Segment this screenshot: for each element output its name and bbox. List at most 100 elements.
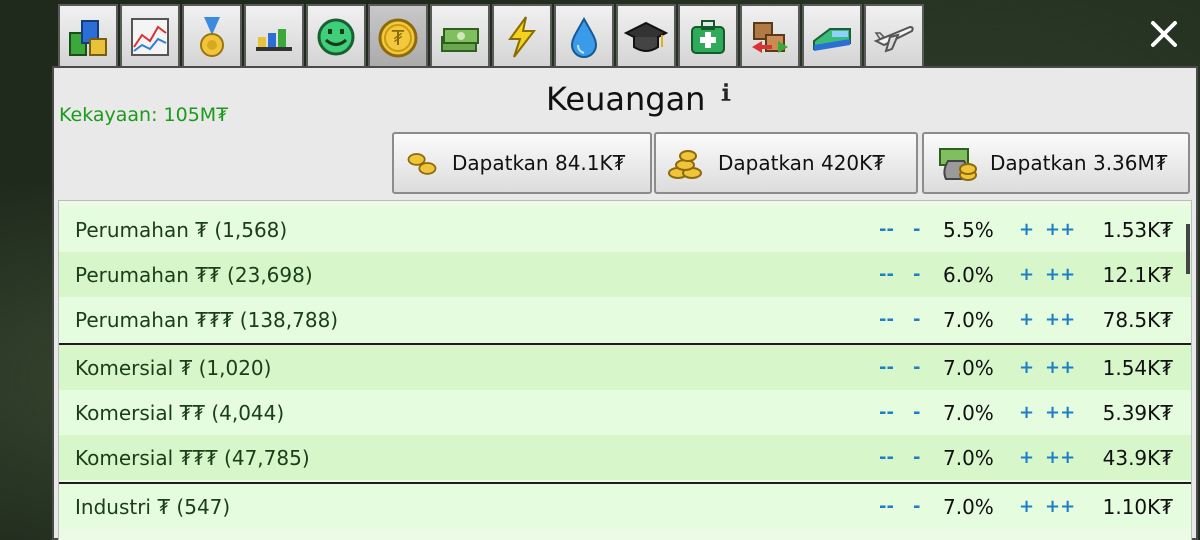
increase-more-button[interactable]: ++ [1045,309,1075,330]
row-name: Perumahan ₮₮ (23,698) [75,262,313,287]
row-name: Komersial ₮ (1,020) [75,355,272,380]
income-value: 5.39K₮ [1102,400,1173,425]
table-row: Perumahan ₮₮ (23,698) -- - 6.0% + ++ 12.… [59,252,1191,297]
tax-rate: 6.0% [943,262,994,287]
decrease-more-button[interactable]: -- [879,357,894,378]
water-drop-icon [570,16,598,58]
income-value: 12.1K₮ [1102,262,1173,287]
money-bag-icon [939,148,977,181]
decrease-button[interactable]: - [913,309,920,330]
decrease-button[interactable]: - [913,496,920,517]
money-stack-icon [441,28,479,52]
train-icon [813,28,851,51]
tax-rate: 7.0% [943,445,994,470]
tab-airport[interactable] [864,4,924,68]
info-icon[interactable] [719,82,733,102]
income-value: 78.5K₮ [1102,307,1173,332]
tab-finance[interactable]: ₮ [368,4,428,70]
increase-more-button[interactable]: ++ [1045,447,1075,468]
tab-medal[interactable] [182,4,242,68]
tax-rate: 7.0% [943,400,994,425]
tab-education[interactable] [616,4,676,68]
decrease-button[interactable]: - [913,447,920,468]
earn-button-large-label: Dapatkan 3.36M₮ [990,151,1168,175]
row-name: Komersial ₮₮₮ (47,785) [75,445,310,470]
buildings-icon [69,20,107,56]
income-value: 1.53K₮ [1102,217,1173,242]
decrease-button[interactable]: - [913,219,920,240]
lightning-icon [508,16,537,58]
increase-button[interactable]: + [1019,219,1034,240]
close-button[interactable] [1140,10,1188,58]
coin-icon: ₮ [378,18,418,58]
tab-health[interactable] [678,4,738,68]
table-row: Perumahan ₮₮₮ (138,788) -- - 7.0% + ++ 7… [59,297,1191,342]
earn-button-small-label: Dapatkan 84.1K₮ [452,151,626,175]
increase-button[interactable]: + [1019,447,1034,468]
decrease-button[interactable]: - [913,264,920,285]
row-name: Industri ₮ (547) [75,494,231,519]
tab-bar-graph[interactable] [244,4,304,68]
tax-table: Perumahan ₮ (1,568) -- - 5.5% + ++ 1.53K… [58,200,1192,540]
finance-panel: Kekayaan: 105M₮ Keuangan Dapatkan 84.1K₮… [52,66,1198,540]
decrease-button[interactable]: - [913,357,920,378]
earn-button-small[interactable]: Dapatkan 84.1K₮ [392,132,652,194]
scrollbar[interactable] [1186,224,1190,274]
title-area: Keuangan [546,80,733,118]
decrease-more-button[interactable]: -- [879,219,894,240]
table-row: Komersial ₮ (1,020) -- - 7.0% + ++ 1.54K… [59,345,1191,390]
increase-button[interactable]: + [1019,496,1034,517]
row-name: Perumahan ₮ (1,568) [75,217,288,242]
tab-water[interactable] [554,4,614,68]
airplane-icon [873,25,914,53]
table-row: Komersial ₮₮₮ (47,785) -- - 7.0% + ++ 43… [59,435,1191,480]
small-coins-icon [407,153,437,175]
decrease-button[interactable]: - [913,402,920,423]
decrease-more-button[interactable]: -- [879,402,894,423]
increase-button[interactable]: + [1019,309,1034,330]
tab-transport[interactable] [802,4,862,68]
increase-more-button[interactable]: ++ [1045,264,1075,285]
tab-trade[interactable] [740,4,800,68]
decrease-more-button[interactable]: -- [879,447,894,468]
income-value: 1.10K₮ [1102,494,1173,519]
increase-more-button[interactable]: ++ [1045,219,1075,240]
tab-chart[interactable] [120,4,180,68]
row-name: Perumahan ₮₮₮ (138,788) [75,307,339,332]
table-row: Industri ₮ (547) -- - 7.0% + ++ 1.10K₮ [59,484,1191,529]
smiley-icon [317,18,355,56]
earn-button-medium-label: Dapatkan 420K₮ [718,151,885,175]
decrease-more-button[interactable]: -- [879,264,894,285]
tab-buildings[interactable] [58,4,118,68]
increase-button[interactable]: + [1019,264,1034,285]
tax-rate: 7.0% [943,307,994,332]
increase-more-button[interactable]: ++ [1045,402,1075,423]
table-row: Komersial ₮₮ (4,044) -- - 7.0% + ++ 5.39… [59,390,1191,435]
medal-icon [200,17,224,57]
earn-button-medium[interactable]: Dapatkan 420K₮ [654,132,918,194]
close-icon [1151,21,1177,47]
tax-rate: 5.5% [943,217,994,242]
increase-button[interactable]: + [1019,402,1034,423]
income-value: 43.9K₮ [1102,445,1173,470]
wealth-label: Kekayaan: 105M₮ [59,104,229,126]
income-value: 1.54K₮ [1102,355,1173,380]
tab-power[interactable] [492,4,552,68]
increase-more-button[interactable]: ++ [1045,357,1075,378]
row-name: Komersial ₮₮ (4,044) [75,400,285,425]
increase-more-button[interactable]: ++ [1045,496,1075,517]
earn-button-large[interactable]: Dapatkan 3.36M₮ [922,132,1190,194]
medical-kit-icon [691,20,725,54]
bar-graph-icon [256,29,292,51]
chart-icon [131,18,169,56]
coin-pile-icon [668,150,702,179]
tab-happiness[interactable] [306,4,366,68]
tax-rate: 7.0% [943,494,994,519]
increase-button[interactable]: + [1019,357,1034,378]
svg-text:₮: ₮ [392,26,405,50]
tax-rate: 7.0% [943,355,994,380]
tab-money[interactable] [430,4,490,68]
decrease-more-button[interactable]: -- [879,496,894,517]
graduation-cap-icon [624,21,668,52]
decrease-more-button[interactable]: -- [879,309,894,330]
